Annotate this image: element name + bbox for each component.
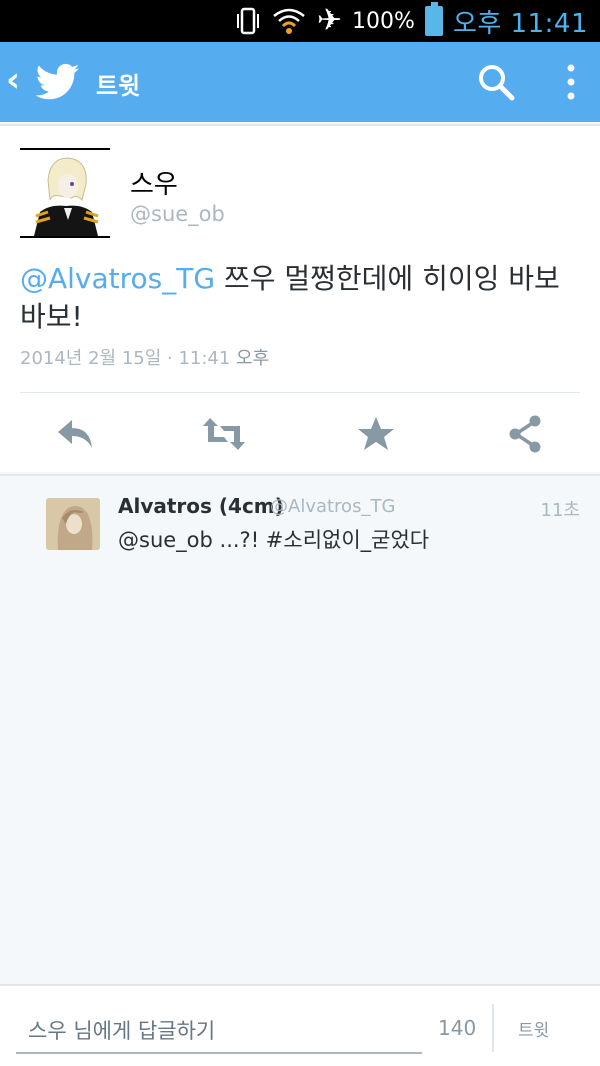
avatar[interactable]	[20, 148, 110, 238]
page-title: 트윗	[96, 72, 141, 100]
reply-timestamp: 11초	[540, 500, 580, 521]
tweet-button[interactable]: 트윗	[518, 1016, 549, 1041]
divider	[492, 1004, 494, 1052]
vibrate-icon	[235, 6, 261, 36]
mention-link[interactable]: @Alvatros_TG	[20, 262, 215, 295]
reply-item[interactable]: Alvatros (4cm) @Alvatros_TG 11초 @sue_ob …	[0, 474, 600, 566]
timestamp-date: 2014년 2월 15일 · 11:41	[20, 348, 231, 369]
avatar[interactable]	[46, 498, 100, 550]
wifi-icon	[271, 6, 307, 36]
overflow-menu-icon[interactable]	[556, 60, 586, 104]
battery-percent: 100%	[352, 8, 415, 34]
twitter-bird-icon[interactable]	[35, 62, 80, 102]
share-icon[interactable]	[504, 414, 548, 454]
reply-icon[interactable]	[54, 414, 98, 454]
tweet-text: @Alvatros_TG 쯔우 멀쩡한데에 히이잉 바보바보!	[20, 260, 580, 336]
battery-charging-icon	[424, 2, 443, 36]
tweet-author-handle[interactable]: @sue_ob	[130, 202, 225, 226]
tweet-timestamp: 2014년 2월 15일 · 11:41 오후	[20, 344, 269, 370]
reply-author-handle[interactable]: @Alvatros_TG	[270, 496, 395, 517]
timestamp-ampm: 오후	[230, 348, 270, 369]
tweet-detail: 스우 @sue_ob @Alvatros_TG 쯔우 멀쩡한데에 히이잉 바보바…	[0, 124, 600, 472]
status-time: 오후 11:41	[452, 8, 588, 39]
character-count: 140	[438, 1016, 477, 1040]
reply-composer: 140 트윗	[0, 984, 600, 1066]
divider	[20, 392, 580, 393]
reply-text: @sue_ob ...?! #소리없이_굳었다	[118, 528, 430, 552]
reply-author-name[interactable]: Alvatros (4cm)	[118, 494, 284, 518]
status-bar: ✈ 100% 오후 11:41	[0, 0, 600, 42]
favorite-icon[interactable]	[354, 414, 398, 454]
reply-input[interactable]	[16, 1010, 422, 1054]
tweet-author-name[interactable]: 스우	[130, 164, 178, 201]
back-icon[interactable]: ‹	[6, 60, 20, 100]
action-bar: ‹ 트윗	[0, 42, 600, 122]
airplane-mode-icon: ✈	[316, 3, 343, 38]
retweet-icon[interactable]	[202, 414, 246, 454]
search-icon[interactable]	[476, 62, 516, 102]
